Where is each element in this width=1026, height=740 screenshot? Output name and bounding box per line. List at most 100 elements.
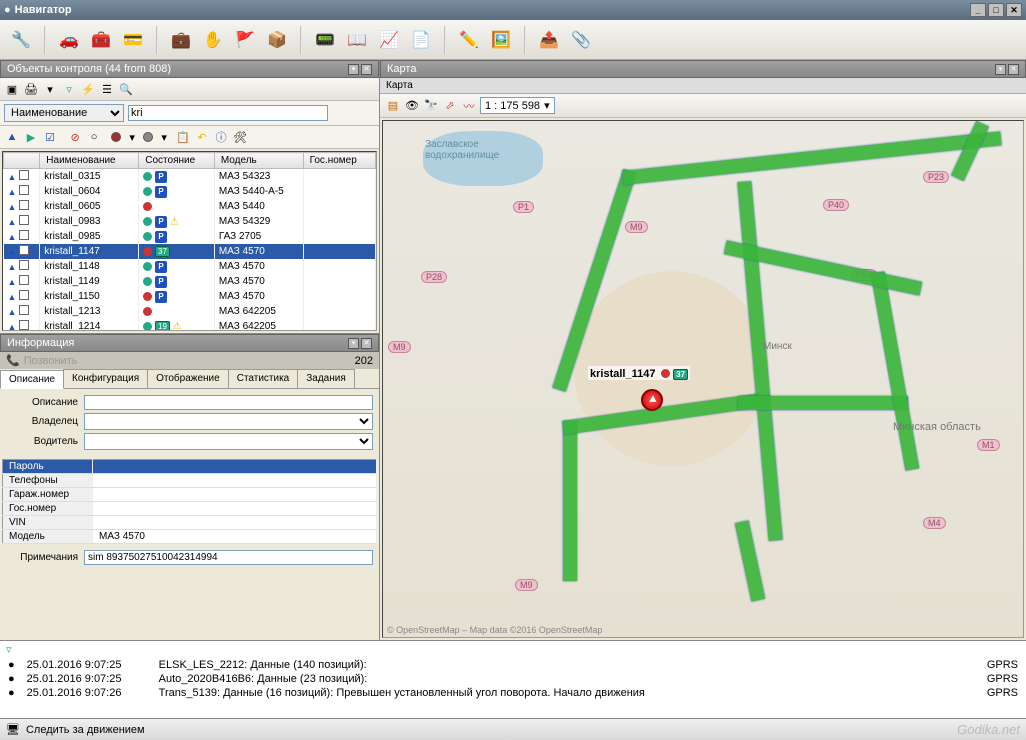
- scale-value: 1 : 175 598: [485, 100, 540, 112]
- vehicle-marker[interactable]: [641, 389, 663, 411]
- find-icon[interactable]: 🔍: [118, 81, 134, 97]
- binoculars-icon[interactable]: 🔭: [423, 98, 439, 114]
- tab-Задания[interactable]: Задания: [297, 369, 355, 388]
- table-row[interactable]: ▲ kristall_1214 19 ⚠МАЗ 642205: [4, 319, 376, 331]
- prop-row[interactable]: Гос.номер: [3, 502, 377, 516]
- color-dropdown[interactable]: ▾: [124, 129, 140, 145]
- map-close-icon[interactable]: ✕: [1008, 64, 1019, 75]
- attach-icon[interactable]: 📎: [568, 27, 594, 53]
- undo-icon[interactable]: ↶: [194, 129, 210, 145]
- props-table[interactable]: ПарольТелефоныГараж.номерГос.номерVINМод…: [2, 459, 377, 544]
- log-row[interactable]: ●25.01.2016 9:07:25Auto_2020B416B6: Данн…: [0, 672, 1026, 686]
- column-header[interactable]: Наименование: [40, 153, 139, 169]
- minimize-button[interactable]: _: [970, 3, 986, 17]
- info-pin-icon[interactable]: ▾: [348, 338, 359, 349]
- clear-icon[interactable]: ○: [86, 129, 102, 145]
- vehicle-label: kristall_1147 37: [588, 366, 690, 380]
- log-row[interactable]: ●25.01.2016 9:07:26Trans_5139: Данные (1…: [0, 686, 1026, 700]
- panel-close-icon[interactable]: ✕: [361, 64, 372, 75]
- filter-field-select[interactable]: Наименование: [4, 104, 124, 122]
- table-row[interactable]: ▲ kristall_1150 P МАЗ 4570: [4, 289, 376, 304]
- note-input[interactable]: [84, 550, 373, 565]
- color-darkred[interactable]: [111, 132, 121, 142]
- owner-select[interactable]: [84, 413, 373, 430]
- route-icon[interactable]: ⬀: [442, 98, 458, 114]
- table-row[interactable]: ▲ kristall_0604 P МАЗ 5440-А-5: [4, 184, 376, 199]
- info-close-icon[interactable]: ✕: [361, 338, 372, 349]
- car-icon[interactable]: 🚗: [56, 27, 82, 53]
- phone-icon[interactable]: 📞: [6, 354, 20, 367]
- eye-icon[interactable]: 👁: [404, 98, 420, 114]
- note-label: Примечания: [6, 552, 78, 563]
- filter-icon[interactable]: ▿: [61, 81, 77, 97]
- tool-icon[interactable]: 🛠: [232, 129, 248, 145]
- prop-row[interactable]: Пароль: [3, 460, 377, 474]
- prop-row[interactable]: Телефоны: [3, 474, 377, 488]
- table-row[interactable]: ▲ kristall_0605 МАЗ 5440: [4, 199, 376, 214]
- tab-Статистика[interactable]: Статистика: [228, 369, 299, 388]
- measure-icon[interactable]: 〰: [461, 98, 477, 114]
- box-icon[interactable]: 📦: [264, 27, 290, 53]
- picture-icon[interactable]: 🖼️: [488, 27, 514, 53]
- color-dropdown2[interactable]: ▾: [156, 129, 172, 145]
- scale-dropdown-icon[interactable]: ▾: [544, 99, 550, 112]
- column-header[interactable]: Состояние: [139, 153, 215, 169]
- briefcase-icon[interactable]: 💼: [168, 27, 194, 53]
- log-row[interactable]: ●25.01.2016 9:07:25ELSK_LES_2212: Данные…: [0, 658, 1026, 672]
- scale-box[interactable]: 1 : 175 598 ▾: [480, 97, 555, 114]
- table-row[interactable]: ▲ kristall_0983 P ⚠МАЗ 54329: [4, 214, 376, 229]
- flag-icon[interactable]: 🚩: [232, 27, 258, 53]
- panel-pin-icon[interactable]: ▾: [348, 64, 359, 75]
- hand-icon[interactable]: ✋: [200, 27, 226, 53]
- desc-input[interactable]: [84, 395, 373, 410]
- table-row[interactable]: ▲ kristall_1147 37 МАЗ 4570: [4, 244, 376, 259]
- log-filter-icon[interactable]: ▿: [0, 641, 1026, 658]
- call-label[interactable]: Позвонить: [24, 355, 78, 367]
- book-icon[interactable]: 📖: [344, 27, 370, 53]
- print-icon[interactable]: 🖨: [23, 81, 39, 97]
- copy-icon[interactable]: 📋: [175, 129, 191, 145]
- column-header[interactable]: Гос.номер: [303, 153, 375, 169]
- tab-Описание[interactable]: Описание: [0, 370, 64, 389]
- play-icon[interactable]: ▶: [23, 129, 39, 145]
- maximize-button[interactable]: □: [988, 3, 1004, 17]
- toolbox-icon[interactable]: 🧰: [88, 27, 114, 53]
- tab-Отображение[interactable]: Отображение: [147, 369, 229, 388]
- stop-icon[interactable]: ⊘: [67, 129, 83, 145]
- dropdown-icon[interactable]: ▾: [42, 81, 58, 97]
- gauge-icon[interactable]: 📟: [312, 27, 338, 53]
- table-row[interactable]: ▲ kristall_1148 P МАЗ 4570: [4, 259, 376, 274]
- table-row[interactable]: ▲ kristall_0315 P МАЗ 54323: [4, 169, 376, 185]
- prop-row[interactable]: VIN: [3, 516, 377, 530]
- prop-row[interactable]: Гараж.номер: [3, 488, 377, 502]
- column-header[interactable]: Модель: [214, 153, 303, 169]
- columns-icon[interactable]: ☰: [99, 81, 115, 97]
- color-grey[interactable]: [143, 132, 153, 142]
- document-icon[interactable]: 📄: [408, 27, 434, 53]
- titlebar: ● Навигатор _ □ ✕: [0, 0, 1026, 20]
- prop-row[interactable]: МодельМАЗ 4570: [3, 530, 377, 544]
- lightning-icon[interactable]: ⚡: [80, 81, 96, 97]
- settings-icon[interactable]: 🔧: [8, 27, 34, 53]
- info-icon[interactable]: ⓘ: [213, 129, 229, 145]
- chart-icon[interactable]: 📈: [376, 27, 402, 53]
- close-button[interactable]: ✕: [1006, 3, 1022, 17]
- expand-icon[interactable]: ▣: [4, 81, 20, 97]
- table-row[interactable]: ▲ kristall_0985 P ГАЗ 2705: [4, 229, 376, 244]
- column-header[interactable]: [4, 153, 40, 169]
- table-row[interactable]: ▲ kristall_1149 P МАЗ 4570: [4, 274, 376, 289]
- card-icon[interactable]: 💳: [120, 27, 146, 53]
- driver-select[interactable]: [84, 433, 373, 450]
- map-pin-icon[interactable]: ▾: [995, 64, 1006, 75]
- objects-table[interactable]: НаименованиеСостояниеМодельГос.номер ▲ k…: [2, 151, 377, 331]
- map-canvas[interactable]: P1 P28 M9 M9 P40 P23 M1 M4 P58 M9 krista…: [382, 120, 1024, 638]
- edit-icon[interactable]: ✏️: [456, 27, 482, 53]
- export-icon[interactable]: 📤: [536, 27, 562, 53]
- tri-icon[interactable]: ▲: [4, 129, 20, 145]
- layers-icon[interactable]: ▤: [385, 98, 401, 114]
- check-icon[interactable]: ☑: [42, 129, 58, 145]
- log-panel[interactable]: ▿ ●25.01.2016 9:07:25ELSK_LES_2212: Данн…: [0, 640, 1026, 718]
- filter-input[interactable]: [128, 105, 328, 121]
- table-row[interactable]: ▲ kristall_1213 МАЗ 642205: [4, 304, 376, 319]
- tab-Конфигурация[interactable]: Конфигурация: [63, 369, 148, 388]
